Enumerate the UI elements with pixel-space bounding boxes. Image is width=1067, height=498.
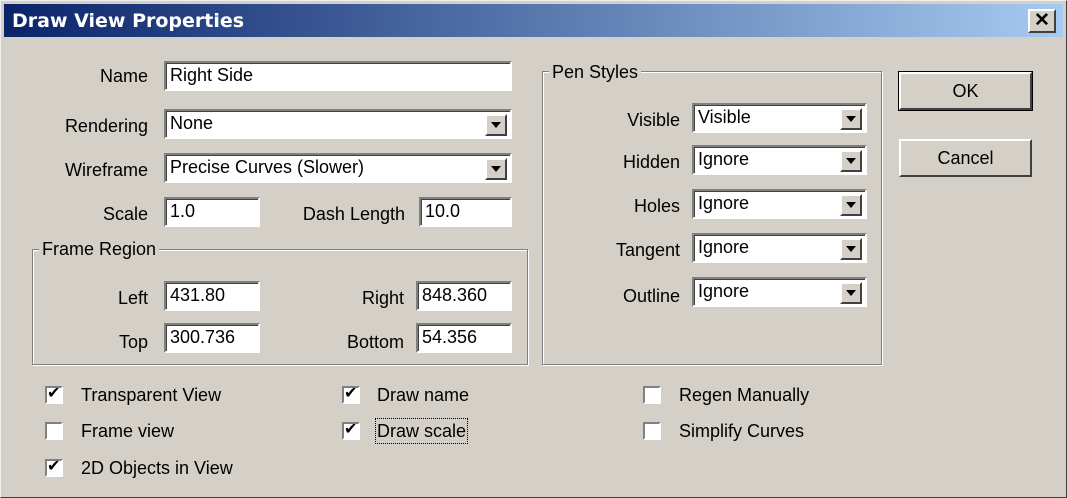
name-input[interactable]: Right Side [164,61,512,91]
draw-name-label[interactable]: Draw name [377,384,469,406]
bottom-label: Bottom [346,332,404,352]
transparent-view-checkbox[interactable] [45,385,63,404]
left-label: Left [117,288,148,308]
transparent-view-label[interactable]: Transparent View [81,384,221,406]
close-button[interactable]: ✕ [1028,9,1056,33]
pen-holes-select[interactable]: Ignore [692,189,867,219]
dash-length-label: Dash Length [302,204,405,224]
pen-tangent-label: Tangent [615,240,680,260]
rendering-label: Rendering [64,116,148,136]
pen-outline-value: Ignore [698,281,750,301]
top-input[interactable]: 300.736 [164,323,260,353]
pen-visible-select[interactable]: Visible [692,103,867,133]
frame-view-checkbox[interactable] [45,422,63,440]
frame-view-label[interactable]: Frame view [81,420,174,442]
pen-visible-label: Visible [627,110,680,130]
pen-hidden-value: Ignore [698,149,750,169]
ok-button[interactable]: OK [898,71,1033,111]
dash-length-input[interactable]: 10.0 [419,197,512,227]
dialog-title: Draw View Properties [12,10,245,32]
scale-input[interactable]: 1.0 [164,197,260,227]
chevron-down-icon[interactable] [485,114,507,136]
pen-visible-value: Visible [698,107,751,127]
regen-manually-checkbox[interactable] [643,386,661,404]
objects-2d-checkbox[interactable] [45,458,63,477]
right-input[interactable]: 848.360 [416,281,512,311]
frame-region-title: Frame Region [39,238,160,260]
pen-hidden-label: Hidden [622,152,680,172]
cancel-button[interactable]: Cancel [899,139,1032,177]
draw-scale-checkbox[interactable] [342,421,360,440]
title-bar[interactable]: Draw View Properties [4,4,1063,37]
top-label: Top [118,332,148,352]
left-input[interactable]: 431.80 [164,281,260,311]
draw-view-properties-dialog: Draw View Properties ✕ Name Right Side R… [0,0,1067,498]
objects-2d-label[interactable]: 2D Objects in View [81,457,233,479]
pen-outline-label: Outline [622,286,680,306]
right-label: Right [361,288,404,308]
chevron-down-icon[interactable] [840,150,862,172]
pen-holes-value: Ignore [698,193,750,213]
chevron-down-icon[interactable] [840,108,862,130]
chevron-down-icon[interactable] [485,158,507,180]
simplify-curves-label[interactable]: Simplify Curves [679,420,804,442]
close-icon: ✕ [1034,10,1050,31]
name-label: Name [99,66,148,86]
regen-manually-label[interactable]: Regen Manually [679,384,809,406]
rendering-value: None [170,113,214,133]
pen-hidden-select[interactable]: Ignore [692,145,867,175]
pen-holes-label: Holes [633,196,680,216]
wireframe-value: Precise Curves (Slower) [170,157,365,177]
chevron-down-icon[interactable] [840,238,862,260]
wireframe-select[interactable]: Precise Curves (Slower) [164,153,512,183]
pen-outline-select[interactable]: Ignore [692,277,867,307]
pen-tangent-select[interactable]: Ignore [692,233,867,263]
pen-styles-title: Pen Styles [549,61,642,83]
bottom-input[interactable]: 54.356 [416,323,512,353]
simplify-curves-checkbox[interactable] [643,422,661,440]
rendering-select[interactable]: None [164,109,512,139]
wireframe-label: Wireframe [64,160,148,180]
chevron-down-icon[interactable] [840,194,862,216]
chevron-down-icon[interactable] [840,282,862,304]
pen-tangent-value: Ignore [698,237,750,257]
draw-name-checkbox[interactable] [342,385,360,404]
scale-label: Scale [102,204,148,224]
draw-scale-label[interactable]: Draw scale [374,418,469,444]
